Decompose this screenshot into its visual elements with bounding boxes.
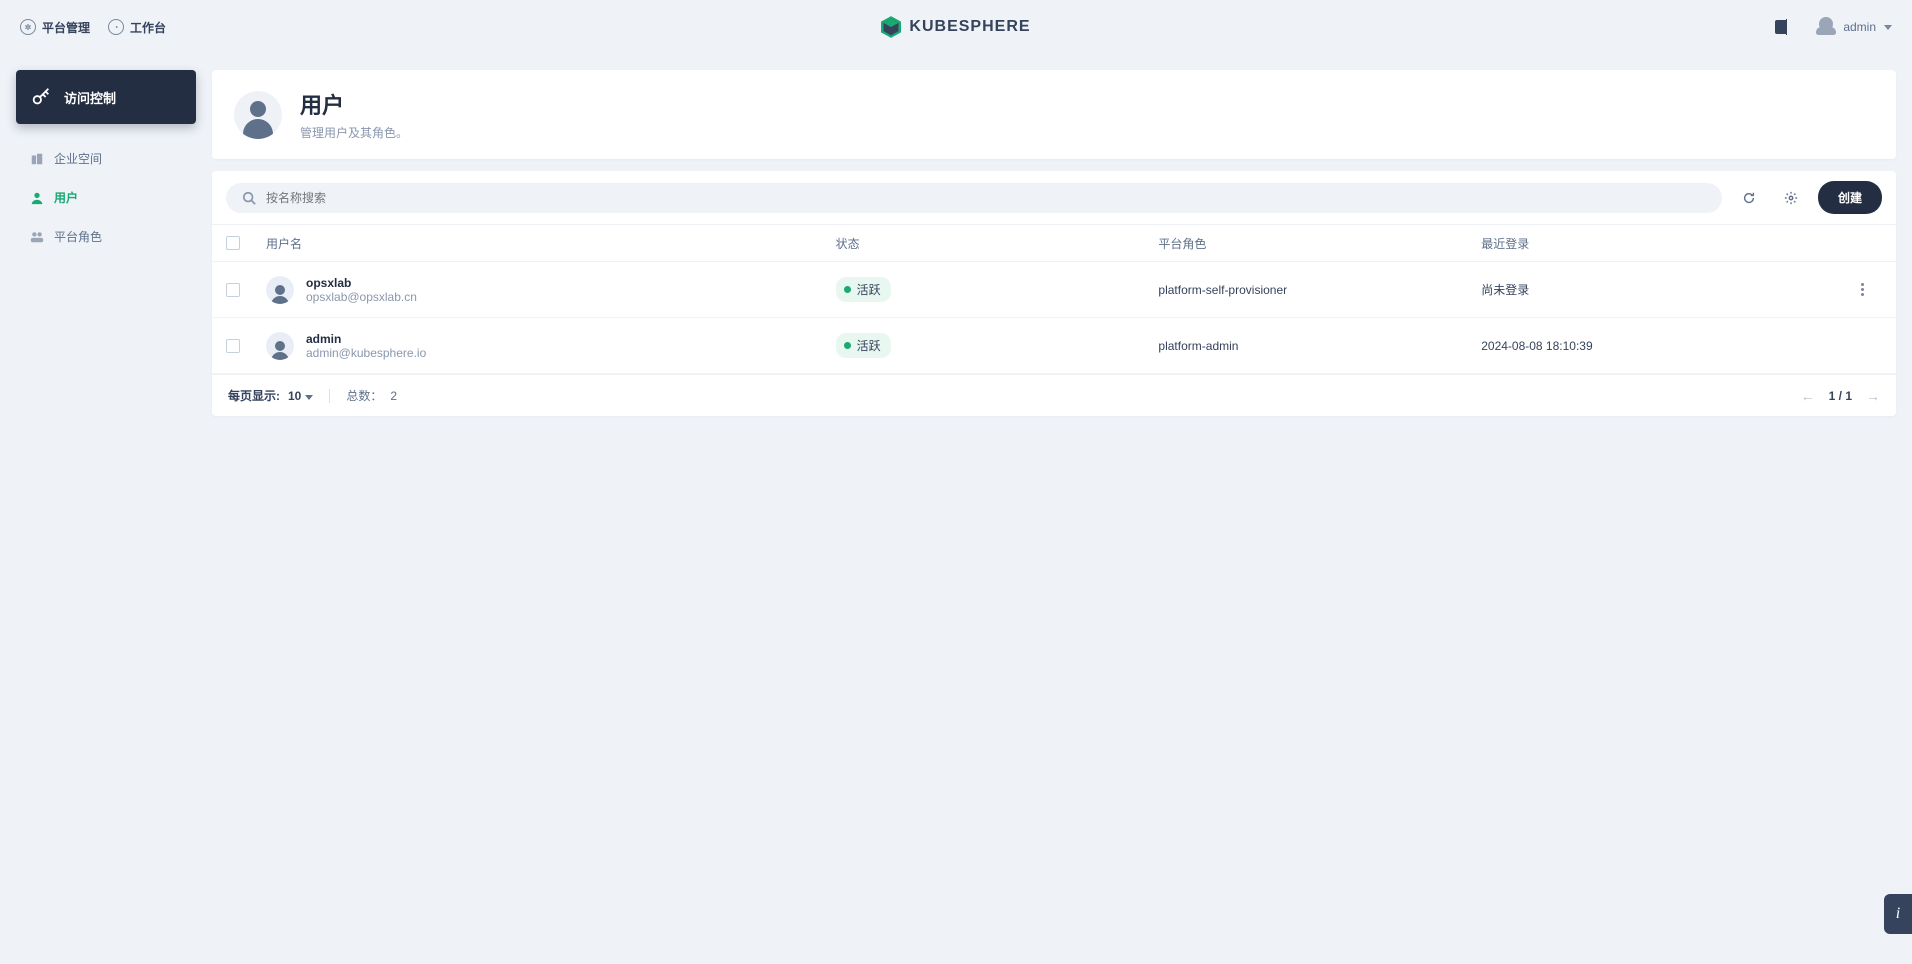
page-header: 用户 管理用户及其角色。 xyxy=(212,70,1896,159)
status-cell: 活跃 xyxy=(836,333,1159,358)
sidebar-item-label: 企业空间 xyxy=(54,150,102,167)
page-avatar-icon xyxy=(234,91,282,139)
status-dot-icon xyxy=(844,342,851,349)
main: 用户 管理用户及其角色。 创建 xyxy=(212,70,1896,416)
refresh-button[interactable] xyxy=(1734,183,1764,213)
sidebar-item-users[interactable]: 用户 xyxy=(20,181,196,214)
layout: 访问控制 企业空间 用户 平台角色 xyxy=(0,54,1912,416)
avatar-icon xyxy=(1819,17,1833,31)
sidebar-item-label: 用户 xyxy=(54,189,78,206)
search-wrapper xyxy=(226,183,1722,213)
user-cell: admin admin@kubesphere.io xyxy=(266,332,836,360)
brand: KUBESPHERE xyxy=(881,16,1030,38)
page-title: 用户 xyxy=(300,88,408,120)
users-panel: 创建 用户名 状态 平台角色 最近登录 opsxlab opsxlab@opsx… xyxy=(212,171,1896,416)
user-menu[interactable]: admin xyxy=(1817,19,1892,35)
page-indicator: 1 / 1 xyxy=(1829,389,1852,403)
select-all-checkbox[interactable] xyxy=(226,236,240,250)
workbench-label: 工作台 xyxy=(130,19,166,36)
sidebar-header-label: 访问控制 xyxy=(64,88,116,107)
status-dot-icon xyxy=(844,286,851,293)
divider xyxy=(329,389,330,403)
toolbar: 创建 xyxy=(212,171,1896,224)
create-button[interactable]: 创建 xyxy=(1818,181,1882,214)
next-page-button[interactable]: → xyxy=(1866,388,1880,404)
table-row[interactable]: opsxlab opsxlab@opsxlab.cn 活跃 platform-s… xyxy=(212,262,1896,318)
platform-management-link[interactable]: ✲ 平台管理 xyxy=(20,19,90,36)
sidebar-item-workspaces[interactable]: 企业空间 xyxy=(20,142,196,175)
user-email: opsxlab@opsxlab.cn xyxy=(306,290,417,304)
per-page-label: 每页显示: xyxy=(228,387,280,404)
status-text: 活跃 xyxy=(857,281,881,298)
chevron-down-icon xyxy=(305,395,313,400)
table-row[interactable]: admin admin@kubesphere.io 活跃 platform-ad… xyxy=(212,318,1896,374)
sidebar: 访问控制 企业空间 用户 平台角色 xyxy=(16,70,196,253)
user-avatar-icon xyxy=(266,276,294,304)
total-value: 2 xyxy=(390,389,397,403)
sidebar-header[interactable]: 访问控制 xyxy=(16,70,196,124)
status-cell: 活跃 xyxy=(836,277,1159,302)
search-icon xyxy=(242,191,256,205)
topbar-left: ✲ 平台管理 ◔ 工作台 xyxy=(20,19,166,36)
docs-icon[interactable] xyxy=(1775,20,1791,34)
row-actions-button[interactable] xyxy=(1842,283,1882,296)
row-checkbox[interactable] xyxy=(226,339,240,353)
table-footer: 每页显示: 10 总数： 2 ← 1 / 1 → xyxy=(212,374,1896,416)
role-cell: platform-self-provisioner xyxy=(1158,283,1481,297)
footer-left: 每页显示: 10 总数： 2 xyxy=(228,387,397,404)
chevron-down-icon xyxy=(1884,25,1892,30)
last-login-cell: 2024-08-08 18:10:39 xyxy=(1481,339,1842,353)
user-cell: opsxlab opsxlab@opsxlab.cn xyxy=(266,276,836,304)
gauge-icon: ◔ xyxy=(108,19,124,35)
brand-text: KUBESPHERE xyxy=(909,18,1030,36)
table-header: 用户名 状态 平台角色 最近登录 xyxy=(212,224,1896,262)
settings-button[interactable] xyxy=(1776,183,1806,213)
sidebar-nav: 企业空间 用户 平台角色 xyxy=(16,142,196,253)
brand-logo-icon xyxy=(881,16,901,38)
gear-icon: ✲ xyxy=(20,19,36,35)
key-icon xyxy=(30,86,52,108)
status-text: 活跃 xyxy=(857,337,881,354)
sidebar-item-label: 平台角色 xyxy=(54,228,102,245)
total-label: 总数： xyxy=(346,387,382,404)
col-username: 用户名 xyxy=(266,235,836,252)
roles-icon xyxy=(30,230,44,244)
row-checkbox[interactable] xyxy=(226,283,240,297)
footer-right: ← 1 / 1 → xyxy=(1801,388,1880,404)
last-login-cell: 尚未登录 xyxy=(1481,281,1842,298)
workbench-link[interactable]: ◔ 工作台 xyxy=(108,19,166,36)
building-icon xyxy=(30,152,44,166)
topbar-center: KUBESPHERE xyxy=(0,0,1912,54)
topbar-right: admin xyxy=(1775,19,1892,35)
per-page-value[interactable]: 10 xyxy=(288,389,313,403)
col-last-login: 最近登录 xyxy=(1481,235,1842,252)
user-icon xyxy=(30,191,44,205)
platform-management-label: 平台管理 xyxy=(42,19,90,36)
user-name: admin xyxy=(306,332,426,346)
col-role: 平台角色 xyxy=(1158,235,1481,252)
role-cell: platform-admin xyxy=(1158,339,1481,353)
page-title-block: 用户 管理用户及其角色。 xyxy=(300,88,408,141)
sidebar-item-roles[interactable]: 平台角色 xyxy=(20,220,196,253)
topbar: ✲ 平台管理 ◔ 工作台 KUBESPHERE admin xyxy=(0,0,1912,54)
user-avatar-icon xyxy=(266,332,294,360)
user-name: opsxlab xyxy=(306,276,417,290)
current-username: admin xyxy=(1843,20,1876,34)
col-status: 状态 xyxy=(836,235,1159,252)
user-email: admin@kubesphere.io xyxy=(306,346,426,360)
page-subtitle: 管理用户及其角色。 xyxy=(300,124,408,141)
help-fab[interactable]: i xyxy=(1884,894,1912,934)
prev-page-button[interactable]: ← xyxy=(1801,388,1815,404)
search-input[interactable] xyxy=(266,191,1706,205)
